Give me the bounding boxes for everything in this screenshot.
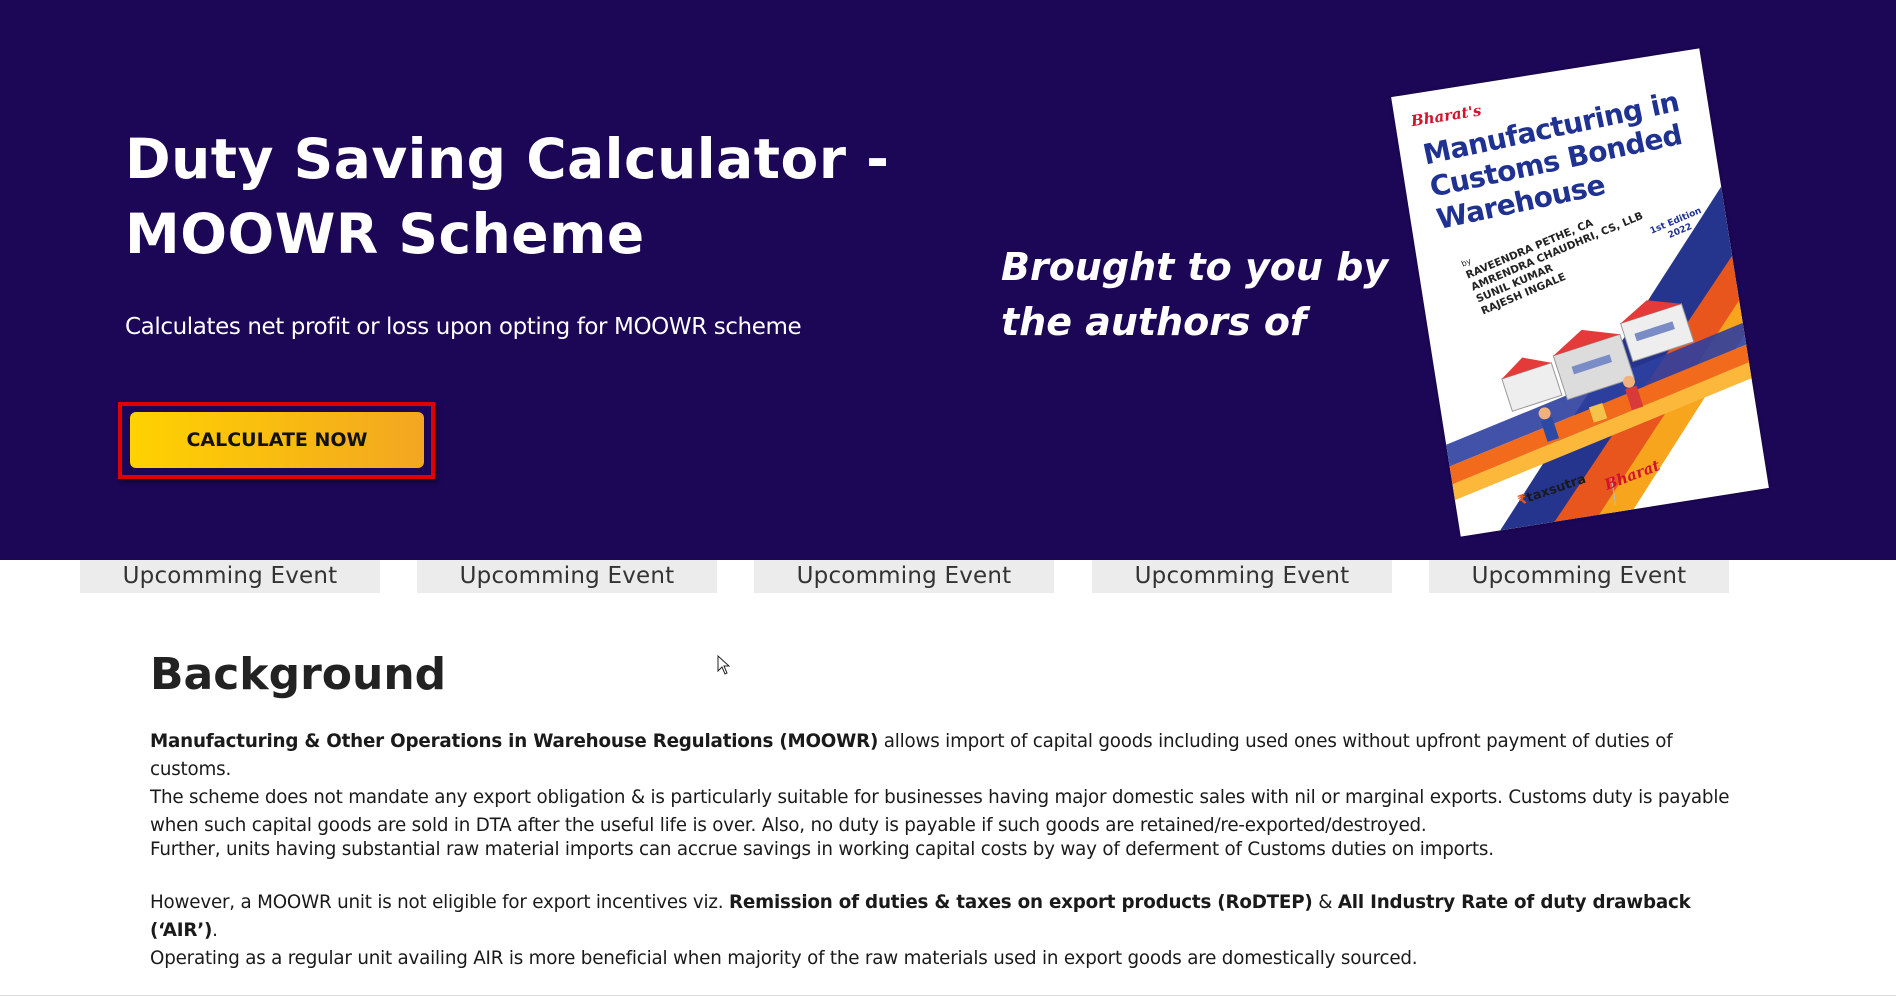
rodtep-term: Remission of duties & taxes on export pr… xyxy=(729,892,1313,913)
paragraph-line: However, a MOOWR unit is not eligible fo… xyxy=(150,889,1750,945)
page-title: Duty Saving Calculator - MOOWR Scheme xyxy=(125,122,889,272)
paragraph-line: The scheme does not mandate any export o… xyxy=(150,787,1730,808)
tab-upcoming-event[interactable]: Upcomming Event xyxy=(1092,560,1392,593)
events-tab-bar: Upcomming Event Upcomming Event Upcommin… xyxy=(0,560,1896,593)
brought-by-line2: the authors of xyxy=(1001,300,1307,344)
brought-by-line1: Brought to you by xyxy=(1001,245,1389,289)
tab-upcoming-event[interactable]: Upcomming Event xyxy=(80,560,380,593)
cta-highlight: CALCULATE NOW xyxy=(118,402,435,479)
moowr-term: Manufacturing & Other Operations in Ware… xyxy=(150,731,879,752)
book-cover[interactable]: Bharat's Manufacturing in Customs Bonded… xyxy=(1391,48,1769,537)
paragraph-text: . xyxy=(212,920,218,941)
background-paragraph-2: Further, units having substantial raw ma… xyxy=(150,839,1494,860)
paragraph-line: Manufacturing & Other Operations in Ware… xyxy=(150,728,1750,784)
brought-by-text: Brought to you by the authors of xyxy=(1001,240,1388,350)
paragraph-text: & xyxy=(1312,892,1338,913)
calculate-now-button[interactable]: CALCULATE NOW xyxy=(130,412,424,468)
page-title-line1: Duty Saving Calculator - xyxy=(125,127,890,191)
tab-upcoming-event[interactable]: Upcomming Event xyxy=(754,560,1054,593)
tab-upcoming-event[interactable]: Upcomming Event xyxy=(1429,560,1729,593)
hero-banner: Duty Saving Calculator - MOOWR Scheme Ca… xyxy=(0,0,1896,560)
mouse-cursor-icon xyxy=(717,655,731,675)
page-title-line2: MOOWR Scheme xyxy=(125,202,645,266)
background-paragraph-3: However, a MOOWR unit is not eligible fo… xyxy=(150,889,1750,973)
background-paragraph-1: Manufacturing & Other Operations in Ware… xyxy=(150,728,1750,840)
paragraph-text: However, a MOOWR unit is not eligible fo… xyxy=(150,892,730,913)
footer-divider xyxy=(0,995,1896,996)
tab-upcoming-event[interactable]: Upcomming Event xyxy=(417,560,717,593)
paragraph-line: Operating as a regular unit availing AIR… xyxy=(150,948,1418,969)
page-subtitle: Calculates net profit or loss upon optin… xyxy=(125,314,802,340)
background-heading: Background xyxy=(150,649,447,700)
